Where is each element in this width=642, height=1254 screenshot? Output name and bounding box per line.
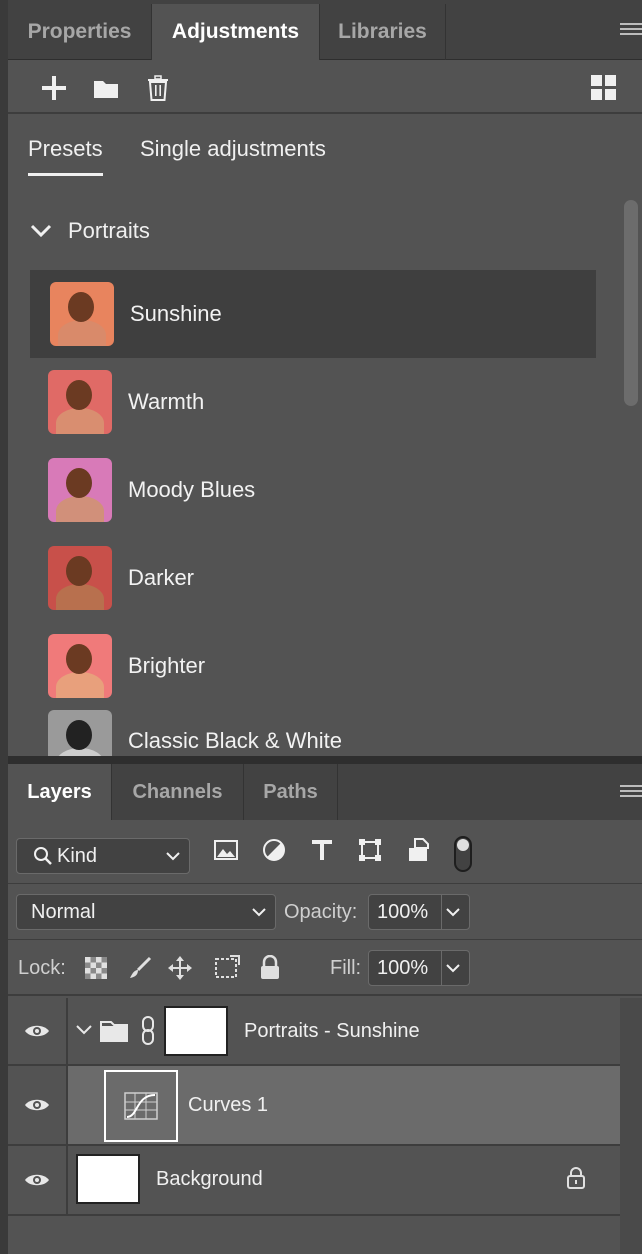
grid-view-icon[interactable] xyxy=(590,74,618,102)
filter-adjustment-layer-icon[interactable] xyxy=(260,836,288,864)
layer-filter-row: Kind xyxy=(8,820,642,884)
subtab-presets[interactable]: Presets xyxy=(28,136,103,176)
lock-label: Lock: xyxy=(18,957,66,979)
subtab-single-adjustments[interactable]: Single adjustments xyxy=(140,136,326,162)
lock-position-move-icon[interactable] xyxy=(166,954,194,982)
preset-label: Brighter xyxy=(128,653,206,678)
filter-kind-select[interactable]: Kind xyxy=(16,838,190,874)
fill-input[interactable]: 100% xyxy=(368,950,470,986)
preset-item-warmth[interactable]: Warmth xyxy=(30,358,596,446)
blend-mode-select[interactable]: Normal xyxy=(16,894,276,930)
tab-adjustments[interactable]: Adjustments xyxy=(152,4,320,60)
preset-label: Moody Blues xyxy=(128,477,256,502)
filter-shape-layer-icon[interactable] xyxy=(356,836,384,864)
eye-icon xyxy=(25,1025,49,1037)
tab-channels[interactable]: Channels xyxy=(112,764,244,820)
lock-transparent-pixels-icon[interactable] xyxy=(82,954,110,982)
curves-icon xyxy=(124,1092,158,1120)
visibility-toggle[interactable] xyxy=(8,998,68,1064)
adjustments-toolbar xyxy=(8,60,642,114)
layers-panel-tabbar: Layers Channels Paths xyxy=(8,764,642,820)
eye-icon xyxy=(25,1099,49,1111)
lock-image-pixels-brush-icon[interactable] xyxy=(126,954,154,982)
opacity-value: 100% xyxy=(377,900,429,923)
group-folder-icon xyxy=(100,1021,128,1042)
blend-row: Normal Opacity: 100% xyxy=(8,884,642,940)
opacity-input[interactable]: 100% xyxy=(368,894,470,930)
layer-name[interactable]: Curves 1 xyxy=(188,1094,268,1117)
filter-smart-object-icon[interactable] xyxy=(404,836,432,864)
filter-toggle-switch[interactable] xyxy=(454,836,472,872)
chevron-down-icon xyxy=(252,908,266,917)
preset-thumbnail xyxy=(48,546,112,610)
preset-item-moody-blues[interactable]: Moody Blues xyxy=(30,446,596,534)
link-chain-icon[interactable] xyxy=(140,1016,156,1046)
layers-scrollbar-track[interactable] xyxy=(620,998,642,1254)
layer-row-background[interactable]: Background xyxy=(8,1146,620,1216)
left-gutter xyxy=(0,0,8,1254)
tab-paths[interactable]: Paths xyxy=(244,764,338,820)
preset-thumbnail xyxy=(48,370,112,434)
tab-properties[interactable]: Properties xyxy=(8,4,152,60)
lock-artboard-icon[interactable] xyxy=(212,954,240,982)
layer-name[interactable]: Portraits - Sunshine xyxy=(244,1020,420,1043)
panel-menu-icon[interactable] xyxy=(620,20,642,38)
chevron-down-icon xyxy=(446,964,460,973)
filter-kind-label: Kind xyxy=(57,844,98,867)
blend-mode-value: Normal xyxy=(31,900,96,923)
preset-item-classic-black-white[interactable]: Classic Black & White xyxy=(30,710,596,756)
opacity-label: Opacity: xyxy=(284,901,358,923)
layer-thumbnail[interactable] xyxy=(76,1154,140,1204)
adjustments-panel-tabbar: Properties Adjustments Libraries xyxy=(8,0,642,60)
chevron-down-icon xyxy=(30,224,52,238)
lock-row: Lock: Fill: 100% xyxy=(8,940,642,996)
lock-all-icon[interactable] xyxy=(256,954,284,982)
layer-mask-thumbnail[interactable] xyxy=(164,1006,228,1056)
visibility-toggle[interactable] xyxy=(8,1066,68,1144)
fill-label: Fill: xyxy=(330,957,362,979)
layers-list: Portraits - Sunshine Curves 1 Background xyxy=(8,998,620,1216)
preset-item-sunshine[interactable]: Sunshine xyxy=(30,270,596,358)
visibility-toggle[interactable] xyxy=(8,1146,68,1214)
section-title: Portraits xyxy=(68,218,150,243)
layer-row-portraits-sunshine[interactable]: Portraits - Sunshine xyxy=(8,998,620,1066)
preset-label: Warmth xyxy=(128,389,205,414)
chevron-down-icon xyxy=(446,908,460,917)
preset-list: Sunshine Warmth Moody Blues Darker Brigh… xyxy=(30,270,596,756)
chevron-down-icon xyxy=(166,852,180,861)
preset-label: Sunshine xyxy=(130,301,222,326)
curves-adjustment-thumbnail[interactable] xyxy=(104,1070,178,1142)
preset-thumbnail xyxy=(48,634,112,698)
folder-icon[interactable] xyxy=(92,74,120,102)
portraits-section-header[interactable]: Portraits xyxy=(30,218,150,244)
preset-item-brighter[interactable]: Brighter xyxy=(30,622,596,710)
trash-icon[interactable] xyxy=(144,74,172,102)
chevron-down-icon[interactable] xyxy=(76,1024,92,1036)
preset-label: Darker xyxy=(128,565,195,590)
presets-scrollbar[interactable] xyxy=(624,200,638,406)
fill-value: 100% xyxy=(377,956,429,979)
search-icon xyxy=(34,847,52,865)
eye-icon xyxy=(25,1174,49,1186)
lock-icon xyxy=(567,1167,585,1189)
filter-type-layer-icon[interactable] xyxy=(308,836,336,864)
layer-name[interactable]: Background xyxy=(156,1168,263,1191)
filter-pixel-layer-icon[interactable] xyxy=(212,836,240,864)
preset-thumbnail xyxy=(50,282,114,346)
preset-label: Classic Black & White xyxy=(128,728,342,753)
layer-row-curves-1[interactable]: Curves 1 xyxy=(8,1066,620,1146)
tab-libraries[interactable]: Libraries xyxy=(320,4,446,60)
panel-divider[interactable] xyxy=(8,756,642,764)
add-icon[interactable] xyxy=(40,74,68,102)
preset-item-darker[interactable]: Darker xyxy=(30,534,596,622)
preset-thumbnail xyxy=(48,458,112,522)
preset-thumbnail xyxy=(48,710,112,756)
layers-panel-menu-icon[interactable] xyxy=(620,782,642,800)
tab-layers[interactable]: Layers xyxy=(8,764,112,820)
